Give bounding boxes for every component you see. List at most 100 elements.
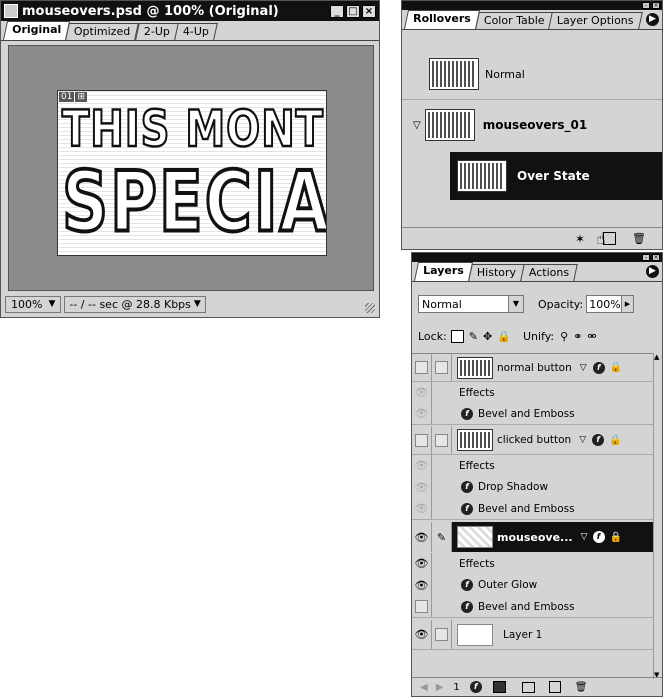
zoom-dropdown[interactable]: 100% ▼ [5,295,62,313]
rollovers-panel: - × Rollovers Color Table Layer Options … [401,0,663,250]
layer-row-normal-button[interactable]: normal button ▽ f 🔒 [412,354,653,382]
lock-transparency-checkbox[interactable] [450,329,464,343]
layers-tabs: Layers History Actions ▶ [412,262,662,282]
new-slice-icon[interactable]: ✶ [575,232,585,246]
previous-frame-icon[interactable]: ◀ [420,682,428,693]
visibility-toggle[interactable] [412,426,432,454]
brush-icon[interactable]: ✎ [469,330,478,343]
rollover-slice-mouseovers-01[interactable]: ▽ mouseovers_01 [402,101,662,149]
minimize-button[interactable]: - [642,2,650,9]
visibility-eye-icon[interactable]: 👁 [412,382,432,403]
expand-triangle-icon[interactable]: ▽ [581,532,588,542]
canvas-area[interactable]: THIS MONTH'S SPECIAL 01 ⊞ [8,45,374,291]
tab-history[interactable]: History [467,264,525,281]
visibility-toggle[interactable] [412,354,432,381]
new-set-icon[interactable] [521,681,535,693]
tab-actions[interactable]: Actions [520,264,578,281]
effect-row[interactable]: 👁 f Bevel and Emboss [412,498,653,520]
new-layer-icon[interactable] [548,681,561,693]
visibility-eye-icon[interactable]: 👁 [412,476,432,498]
effect-icon: f [461,600,473,613]
link-toggle[interactable] [432,354,452,381]
tab-layer-options[interactable]: Layer Options [548,12,643,29]
layers-footer: ◀ ▶ 1 f 🗑 [412,677,662,696]
effects-header-row[interactable]: 👁 Effects [412,553,653,574]
link-toggle[interactable] [432,620,452,649]
panel-menu-arrow-icon[interactable]: ▶ [646,265,659,278]
add-mask-icon[interactable] [492,681,506,693]
visibility-eye-icon[interactable]: 👁 [412,553,432,574]
trash-icon[interactable]: 🗑 [632,232,646,245]
document-titlebar[interactable]: mouseovers.psd @ 100% (Original) _ □ × [1,1,379,21]
layer-thumbnail [457,623,493,646]
layer-lock-icon: 🔒 [609,434,622,446]
opacity-field[interactable]: 100% ▶ [586,295,635,313]
chevron-down-icon: ▼ [193,299,201,309]
rollovers-panel-titlebar[interactable]: - × [402,1,662,10]
expand-triangle-icon[interactable]: ▽ [580,363,587,373]
rollover-state-over[interactable]: Over State [450,152,662,200]
link-toggle[interactable] [432,426,452,454]
layer-row-mouseovers[interactable]: 👁 ✎ mouseove... ▽ f 🔒 [412,522,653,552]
tab-4up[interactable]: 4-Up [173,23,218,40]
scroll-up-icon[interactable]: ▲ [654,353,659,361]
visibility-toggle[interactable] [412,596,432,617]
rollover-state-normal[interactable]: Normal [402,49,662,100]
image-canvas[interactable]: THIS MONTH'S SPECIAL 01 ⊞ [57,90,327,256]
tab-rollovers[interactable]: Rollovers [403,10,480,29]
minimize-button[interactable]: - [642,254,650,261]
visibility-eye-icon[interactable]: 👁 [412,455,432,476]
rollover-thumbnail [457,160,507,192]
download-time-dropdown[interactable]: -- / -- sec @ 28.8 Kbps ▼ [64,295,206,313]
visibility-eye-icon[interactable]: 👁 [412,498,432,519]
tab-optimized[interactable]: Optimized [65,23,140,40]
tab-original[interactable]: Original [2,21,71,40]
effects-header-row[interactable]: 👁 Effects [412,382,653,403]
panel-menu-arrow-icon[interactable]: ▶ [646,13,659,26]
layer-lock-icon: 🔒 [609,362,623,373]
layers-panel-titlebar[interactable]: - × [412,253,662,262]
visibility-eye-icon[interactable]: 👁 [412,522,432,552]
paintbrush-icon[interactable]: ✎ [432,522,452,552]
layers-list: normal button ▽ f 🔒 👁 Effects 👁 f Bevel … [412,353,655,680]
rollover-thumbnail [429,58,479,90]
add-effect-icon[interactable]: f [469,681,482,693]
layers-scrollbar[interactable]: ▲ ▼ [653,353,662,679]
visibility-eye-icon[interactable]: 👁 [412,620,432,649]
expand-triangle-icon[interactable]: ▽ [579,435,586,445]
close-button[interactable]: × [652,2,660,9]
resize-grip-icon[interactable] [365,303,375,313]
visibility-eye-icon[interactable]: 👁 [412,574,432,596]
chevron-down-icon: ▼ [48,299,56,309]
layer-row-layer-1[interactable]: 👁 Layer 1 [412,620,653,650]
tab-layers[interactable]: Layers [413,262,473,281]
minimize-button[interactable]: _ [330,4,344,18]
tab-color-table[interactable]: Color Table [474,12,554,29]
document-icon [4,4,18,18]
unify-position-icon[interactable]: ⚲ [560,330,568,343]
close-button[interactable]: × [652,254,660,261]
move-icon[interactable]: ✥ [483,330,492,343]
next-frame-icon[interactable]: ▶ [436,682,444,693]
selected-layer-bar: mouseove... ▽ f 🔒 [452,522,653,552]
effect-row[interactable]: f Bevel and Emboss [412,596,653,618]
slice-badge[interactable]: 01 ⊞ [59,92,87,102]
layer-row-clicked-button[interactable]: clicked button ▽ f 🔒 [412,426,653,455]
maximize-button[interactable]: □ [346,4,360,18]
canvas-headline: THIS MONTH'S [61,100,326,160]
blend-mode-dropdown[interactable]: Normal ▼ [418,295,524,313]
effects-header-row[interactable]: 👁 Effects [412,455,653,476]
lock-icon[interactable]: 🔒 [497,330,511,343]
effect-row[interactable]: 👁 f Bevel and Emboss [412,403,653,425]
unify-style-icon[interactable]: ⚮ [587,330,596,343]
expand-triangle-icon[interactable]: ▽ [413,120,421,131]
unify-visibility-icon[interactable]: ⚭ [573,330,582,343]
trash-icon[interactable]: 🗑 [575,682,588,693]
layers-panel: - × Layers History Actions ▶ Normal ▼ Op… [411,252,663,697]
visibility-eye-icon[interactable]: 👁 [412,403,432,424]
close-button[interactable]: × [362,4,376,18]
tab-2up[interactable]: 2-Up [134,23,179,40]
effect-row[interactable]: 👁 f Outer Glow [412,574,653,596]
effect-row[interactable]: 👁 f Drop Shadow [412,476,653,498]
chevron-right-icon: ▶ [620,296,634,312]
